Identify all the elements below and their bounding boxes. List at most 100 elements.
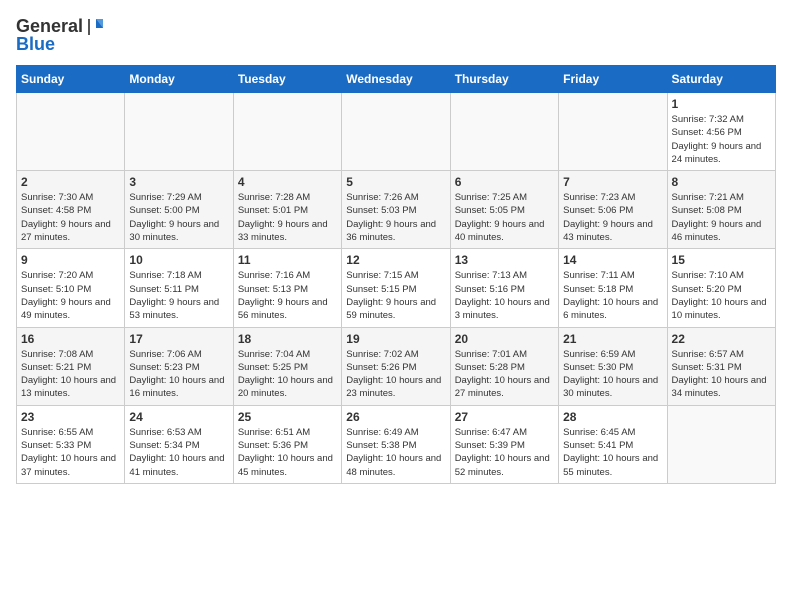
day-number: 27	[455, 410, 554, 424]
calendar-cell	[559, 93, 667, 171]
calendar-cell: 17 Sunrise: 7:06 AM Sunset: 5:23 PM Dayli…	[125, 327, 233, 405]
day-number: 24	[129, 410, 228, 424]
calendar-cell	[125, 93, 233, 171]
calendar-cell: 15 Sunrise: 7:10 AM Sunset: 5:20 PM Dayli…	[667, 249, 775, 327]
day-number: 2	[21, 175, 120, 189]
day-number: 19	[346, 332, 445, 346]
day-info: Sunrise: 7:11 AM Sunset: 5:18 PM Dayligh…	[563, 269, 662, 322]
day-number: 1	[672, 97, 771, 111]
calendar-cell: 19 Sunrise: 7:02 AM Sunset: 5:26 PM Dayli…	[342, 327, 450, 405]
day-number: 6	[455, 175, 554, 189]
day-info: Sunrise: 6:57 AM Sunset: 5:31 PM Dayligh…	[672, 348, 771, 401]
day-info: Sunrise: 7:21 AM Sunset: 5:08 PM Dayligh…	[672, 191, 771, 244]
calendar-cell: 4Sunrise: 7:28 AM Sunset: 5:01 PM Daylig…	[233, 171, 341, 249]
calendar-cell	[667, 405, 775, 483]
calendar-cell: 3 Sunrise: 7:29 AM Sunset: 5:00 PM Daylig…	[125, 171, 233, 249]
calendar-week-2: 9 Sunrise: 7:20 AM Sunset: 5:10 PM Daylig…	[17, 249, 776, 327]
day-info: Sunrise: 7:10 AM Sunset: 5:20 PM Dayligh…	[672, 269, 771, 322]
day-info: Sunrise: 7:25 AM Sunset: 5:05 PM Dayligh…	[455, 191, 554, 244]
day-number: 28	[563, 410, 662, 424]
day-number: 7	[563, 175, 662, 189]
day-number: 5	[346, 175, 445, 189]
calendar-cell	[450, 93, 558, 171]
col-header-saturday: Saturday	[667, 66, 775, 93]
day-info: Sunrise: 7:13 AM Sunset: 5:16 PM Dayligh…	[455, 269, 554, 322]
calendar-cell: 6 Sunrise: 7:25 AM Sunset: 5:05 PM Daylig…	[450, 171, 558, 249]
calendar-cell: 11 Sunrise: 7:16 AM Sunset: 5:13 PM Dayli…	[233, 249, 341, 327]
day-number: 22	[672, 332, 771, 346]
day-number: 8	[672, 175, 771, 189]
calendar-cell: 24 Sunrise: 6:53 AM Sunset: 5:34 PM Dayli…	[125, 405, 233, 483]
calendar-cell: 16 Sunrise: 7:08 AM Sunset: 5:21 PM Dayli…	[17, 327, 125, 405]
col-header-wednesday: Wednesday	[342, 66, 450, 93]
day-number: 25	[238, 410, 337, 424]
col-header-thursday: Thursday	[450, 66, 558, 93]
day-number: 15	[672, 253, 771, 267]
calendar-header-row: SundayMondayTuesdayWednesdayThursdayFrid…	[17, 66, 776, 93]
day-info: Sunrise: 6:55 AM Sunset: 5:33 PM Dayligh…	[21, 426, 120, 479]
day-info: Sunrise: 7:08 AM Sunset: 5:21 PM Dayligh…	[21, 348, 120, 401]
calendar-week-3: 16 Sunrise: 7:08 AM Sunset: 5:21 PM Dayli…	[17, 327, 776, 405]
calendar-cell: 27 Sunrise: 6:47 AM Sunset: 5:39 PM Dayli…	[450, 405, 558, 483]
logo: General Blue	[16, 16, 107, 55]
day-info: Sunrise: 7:18 AM Sunset: 5:11 PM Dayligh…	[129, 269, 228, 322]
day-number: 13	[455, 253, 554, 267]
day-info: Sunrise: 7:23 AM Sunset: 5:06 PM Dayligh…	[563, 191, 662, 244]
calendar-cell	[233, 93, 341, 171]
logo-flag-icon	[85, 16, 107, 38]
day-number: 16	[21, 332, 120, 346]
calendar-cell: 10 Sunrise: 7:18 AM Sunset: 5:11 PM Dayli…	[125, 249, 233, 327]
day-number: 18	[238, 332, 337, 346]
day-info: Sunrise: 7:32 AM Sunset: 4:56 PM Dayligh…	[672, 113, 771, 166]
day-info: Sunrise: 7:06 AM Sunset: 5:23 PM Dayligh…	[129, 348, 228, 401]
calendar-cell: 26 Sunrise: 6:49 AM Sunset: 5:38 PM Dayli…	[342, 405, 450, 483]
col-header-sunday: Sunday	[17, 66, 125, 93]
day-number: 17	[129, 332, 228, 346]
day-info: Sunrise: 7:02 AM Sunset: 5:26 PM Dayligh…	[346, 348, 445, 401]
day-number: 21	[563, 332, 662, 346]
calendar-cell: 2 Sunrise: 7:30 AM Sunset: 4:58 PM Daylig…	[17, 171, 125, 249]
page-header: General Blue	[16, 16, 776, 55]
calendar-cell: 23 Sunrise: 6:55 AM Sunset: 5:33 PM Dayli…	[17, 405, 125, 483]
day-info: Sunrise: 6:47 AM Sunset: 5:39 PM Dayligh…	[455, 426, 554, 479]
day-info: Sunrise: 7:20 AM Sunset: 5:10 PM Dayligh…	[21, 269, 120, 322]
calendar-cell: 7 Sunrise: 7:23 AM Sunset: 5:06 PM Daylig…	[559, 171, 667, 249]
day-number: 10	[129, 253, 228, 267]
day-info: Sunrise: 7:26 AM Sunset: 5:03 PM Dayligh…	[346, 191, 445, 244]
calendar-cell: 22 Sunrise: 6:57 AM Sunset: 5:31 PM Dayli…	[667, 327, 775, 405]
calendar-cell: 13 Sunrise: 7:13 AM Sunset: 5:16 PM Dayli…	[450, 249, 558, 327]
day-info: Sunrise: 7:29 AM Sunset: 5:00 PM Dayligh…	[129, 191, 228, 244]
calendar-week-4: 23 Sunrise: 6:55 AM Sunset: 5:33 PM Dayli…	[17, 405, 776, 483]
day-info: Sunrise: 6:59 AM Sunset: 5:30 PM Dayligh…	[563, 348, 662, 401]
calendar-week-0: 1 Sunrise: 7:32 AM Sunset: 4:56 PM Daylig…	[17, 93, 776, 171]
calendar-cell: 14 Sunrise: 7:11 AM Sunset: 5:18 PM Dayli…	[559, 249, 667, 327]
col-header-friday: Friday	[559, 66, 667, 93]
day-info: Sunrise: 7:01 AM Sunset: 5:28 PM Dayligh…	[455, 348, 554, 401]
day-number: 20	[455, 332, 554, 346]
col-header-monday: Monday	[125, 66, 233, 93]
calendar-cell	[17, 93, 125, 171]
day-info: Sunrise: 7:30 AM Sunset: 4:58 PM Dayligh…	[21, 191, 120, 244]
day-info: Sunrise: 6:51 AM Sunset: 5:36 PM Dayligh…	[238, 426, 337, 479]
calendar-cell	[342, 93, 450, 171]
day-number: 26	[346, 410, 445, 424]
day-number: 14	[563, 253, 662, 267]
calendar-cell: 5 Sunrise: 7:26 AM Sunset: 5:03 PM Daylig…	[342, 171, 450, 249]
calendar-cell: 18 Sunrise: 7:04 AM Sunset: 5:25 PM Dayli…	[233, 327, 341, 405]
calendar-cell: 20 Sunrise: 7:01 AM Sunset: 5:28 PM Dayli…	[450, 327, 558, 405]
day-info: Sunrise: 6:45 AM Sunset: 5:41 PM Dayligh…	[563, 426, 662, 479]
calendar-cell: 9 Sunrise: 7:20 AM Sunset: 5:10 PM Daylig…	[17, 249, 125, 327]
calendar-cell: 8 Sunrise: 7:21 AM Sunset: 5:08 PM Daylig…	[667, 171, 775, 249]
day-number: 3	[129, 175, 228, 189]
day-number: 11	[238, 253, 337, 267]
day-number: 23	[21, 410, 120, 424]
calendar-cell: 1 Sunrise: 7:32 AM Sunset: 4:56 PM Daylig…	[667, 93, 775, 171]
day-info: Sunrise: 6:53 AM Sunset: 5:34 PM Dayligh…	[129, 426, 228, 479]
day-info: Sunrise: 6:49 AM Sunset: 5:38 PM Dayligh…	[346, 426, 445, 479]
day-number: 12	[346, 253, 445, 267]
day-info: Sunrise: 7:04 AM Sunset: 5:25 PM Dayligh…	[238, 348, 337, 401]
day-info: Sunrise: 7:16 AM Sunset: 5:13 PM Dayligh…	[238, 269, 337, 322]
day-number: 4	[238, 175, 337, 189]
calendar-table: SundayMondayTuesdayWednesdayThursdayFrid…	[16, 65, 776, 484]
day-number: 9	[21, 253, 120, 267]
